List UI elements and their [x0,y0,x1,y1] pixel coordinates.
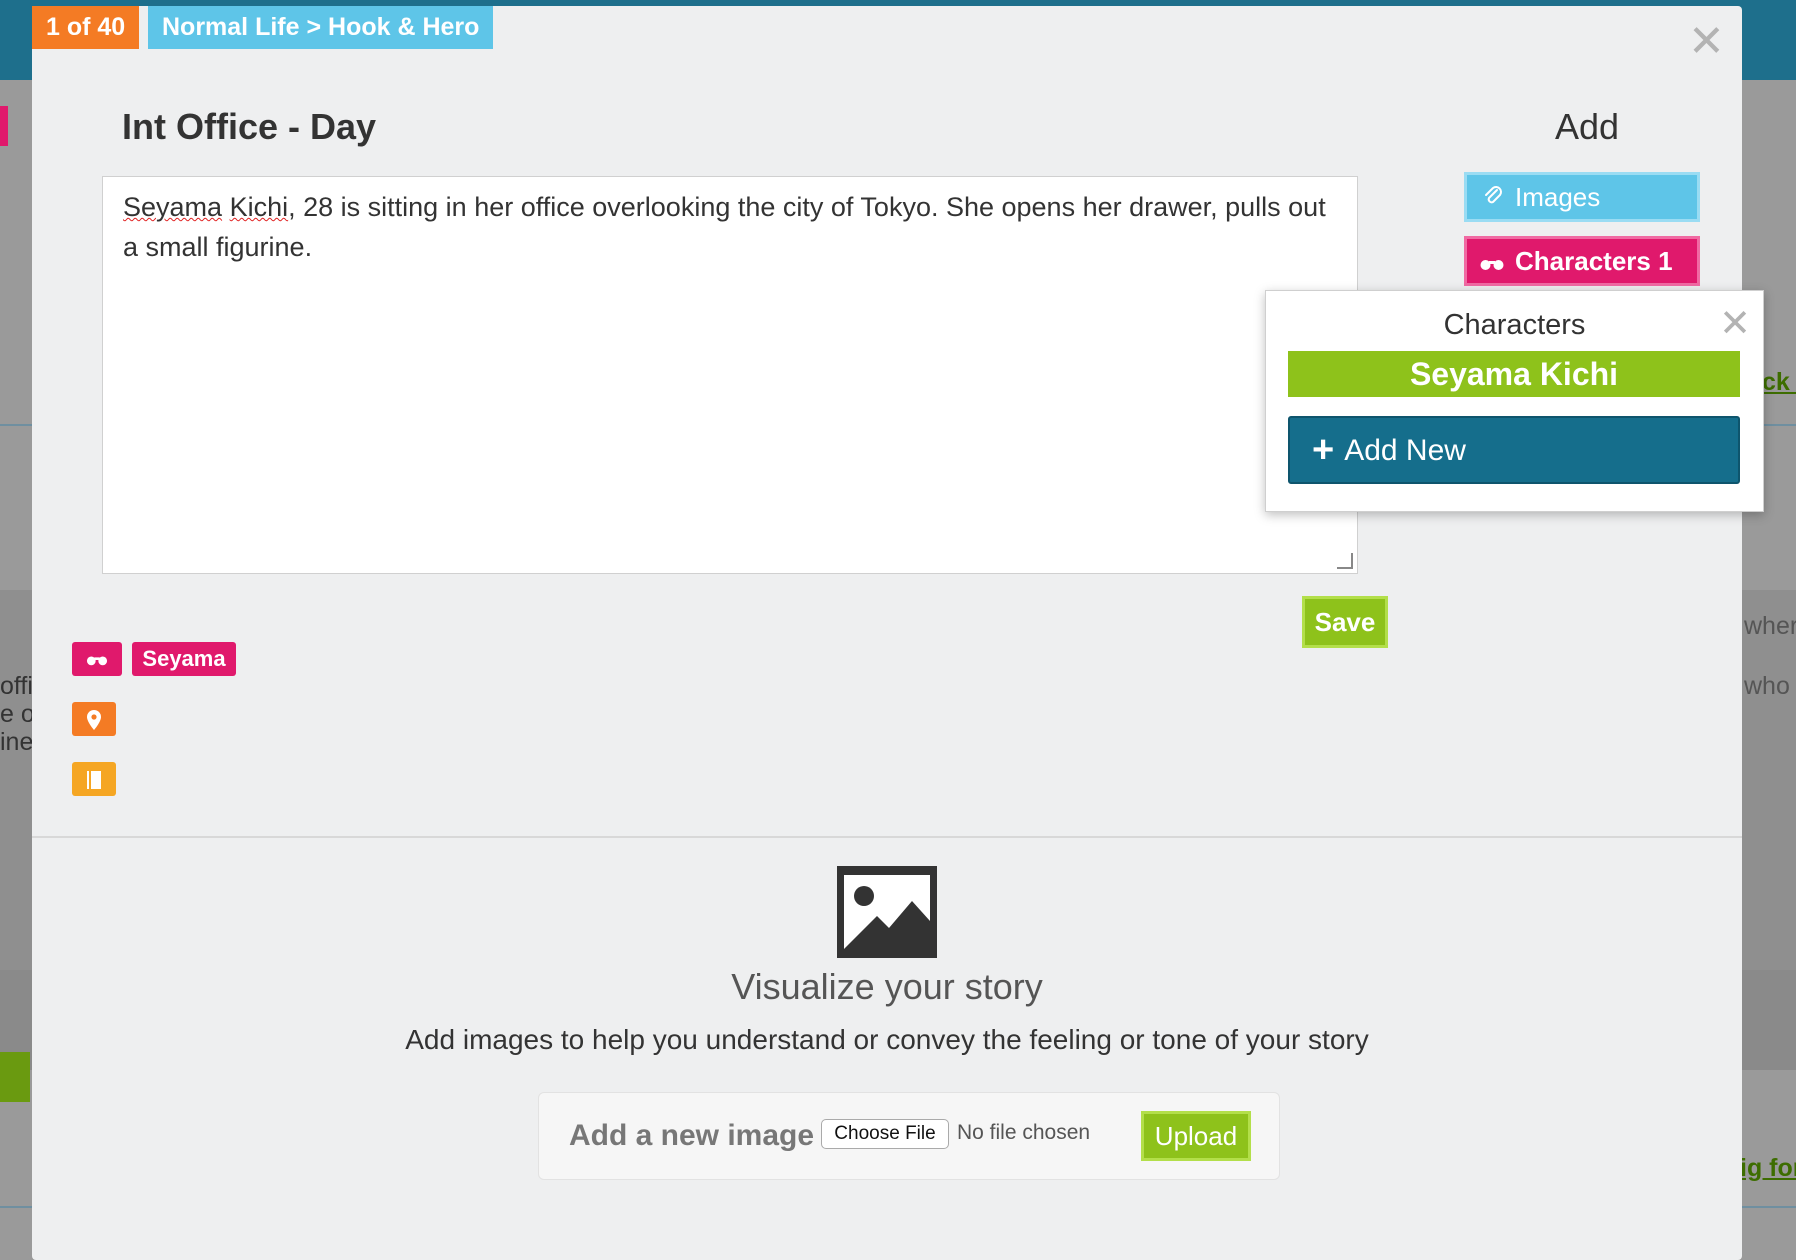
background-link[interactable]: ck a [1762,368,1796,397]
visualize-title: Visualize your story [731,966,1043,1007]
background-link[interactable]: ig for [1740,1154,1796,1183]
add-heading: Add [1555,106,1620,147]
background-green-block [0,1052,30,1102]
upload-form: Add a new image Choose File No file chos… [538,1092,1280,1180]
character-item[interactable]: Seyama Kichi [1288,351,1740,397]
notebook-icon [87,771,101,790]
add-new-label: Add New [1344,434,1466,467]
images-label: Images [1515,182,1601,212]
choose-file-button[interactable]: Choose File [821,1119,949,1149]
background-text: who a [1744,672,1796,700]
characters-popover: Characters ✕ Seyama Kichi + Add New [1265,290,1764,512]
add-characters-button[interactable]: Characters 1 [1464,236,1700,286]
breadcrumb[interactable]: Normal Life > Hook & Hero [148,6,494,49]
misspelled-word: Seyama [123,192,223,222]
scene-text: , 28 is sitting in her office overlookin… [123,192,1326,262]
upload-button[interactable]: Upload [1141,1111,1251,1161]
progress-badge: 1 of 40 [32,6,140,49]
misspelled-word: Kichi [229,192,289,222]
paperclip-icon [1481,177,1505,221]
upload-label: Add a new image [569,1119,815,1152]
popover-title: Characters [1443,309,1586,341]
save-button[interactable]: Save [1302,596,1388,648]
visualize-subtitle: Add images to help you understand or con… [405,1024,1369,1055]
note-tag[interactable] [72,762,116,796]
add-images-button[interactable]: Images [1464,172,1700,222]
background-text: ine [0,728,34,756]
character-tag[interactable]: Seyama [132,642,236,676]
resize-handle[interactable] [1337,553,1353,569]
characters-label: Characters 1 [1515,246,1673,276]
location-tag[interactable] [72,702,116,736]
add-new-character-button[interactable]: + Add New [1288,416,1740,484]
background-text: offi [0,672,33,700]
glasses-icon [1479,241,1505,285]
scene-textarea[interactable]: Seyama Kichi, 28 is sitting in her offic… [102,176,1358,574]
glasses-icon [86,656,108,666]
scene-title[interactable]: Int Office - Day [122,106,376,148]
map-pin-icon [87,710,101,731]
character-tag-icon[interactable] [72,642,122,676]
plus-icon: + [1312,429,1335,471]
background-text: wher [1744,612,1796,640]
image-placeholder-icon [837,866,937,958]
close-icon[interactable]: ✕ [1688,20,1725,64]
section-divider [32,836,1742,838]
background-marker [0,106,8,146]
close-icon[interactable]: ✕ [1719,305,1751,343]
file-status: No file chosen [957,1121,1091,1144]
